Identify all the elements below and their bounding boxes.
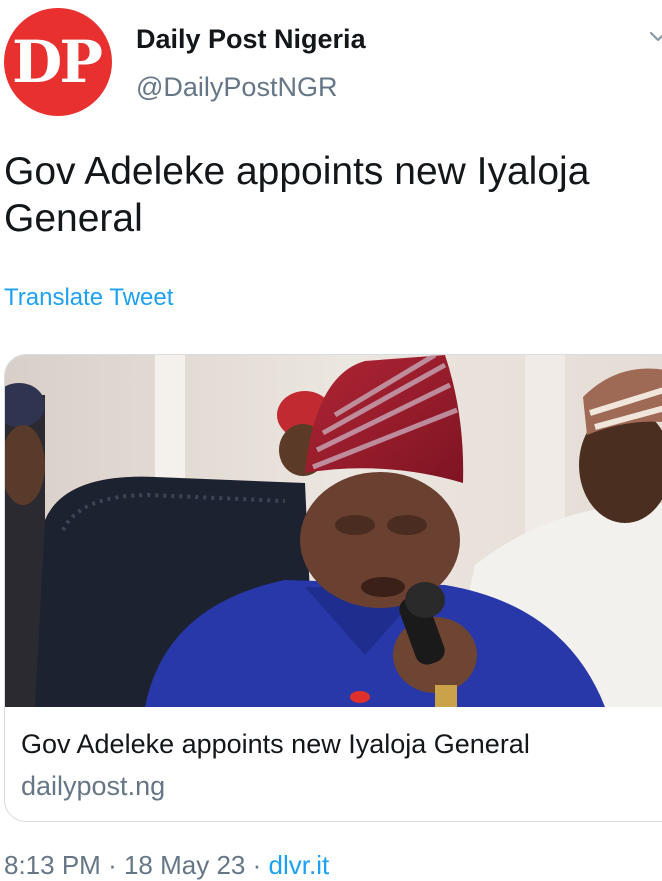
meta-separator: · [108,850,117,880]
link-card[interactable]: Gov Adeleke appoints new Iyaloja General… [4,354,662,822]
card-domain: dailypost.ng [21,771,166,801]
meta-separator: · [252,850,262,880]
chevron-down-icon[interactable] [648,26,662,46]
tweet-text: Gov Adeleke appoints new Iyaloja General [4,150,590,240]
card-image [5,355,662,707]
tweet-meta: 8:13 PM · 18 May 23 · dlvr.it [4,850,329,881]
avatar[interactable]: DP [4,8,112,116]
author-handle[interactable]: @DailyPostNGR [136,72,337,103]
avatar-logo-text: DP [12,28,103,96]
card-title: Gov Adeleke appoints new Iyaloja General [21,729,530,759]
tweet-time[interactable]: 8:13 PM [4,850,101,880]
author-display-name[interactable]: Daily Post Nigeria [136,24,366,55]
tweet-date[interactable]: 18 May 23 [124,850,245,880]
tweet-source-link[interactable]: dlvr.it [269,850,330,880]
translate-tweet-link[interactable]: Translate Tweet [4,284,173,312]
